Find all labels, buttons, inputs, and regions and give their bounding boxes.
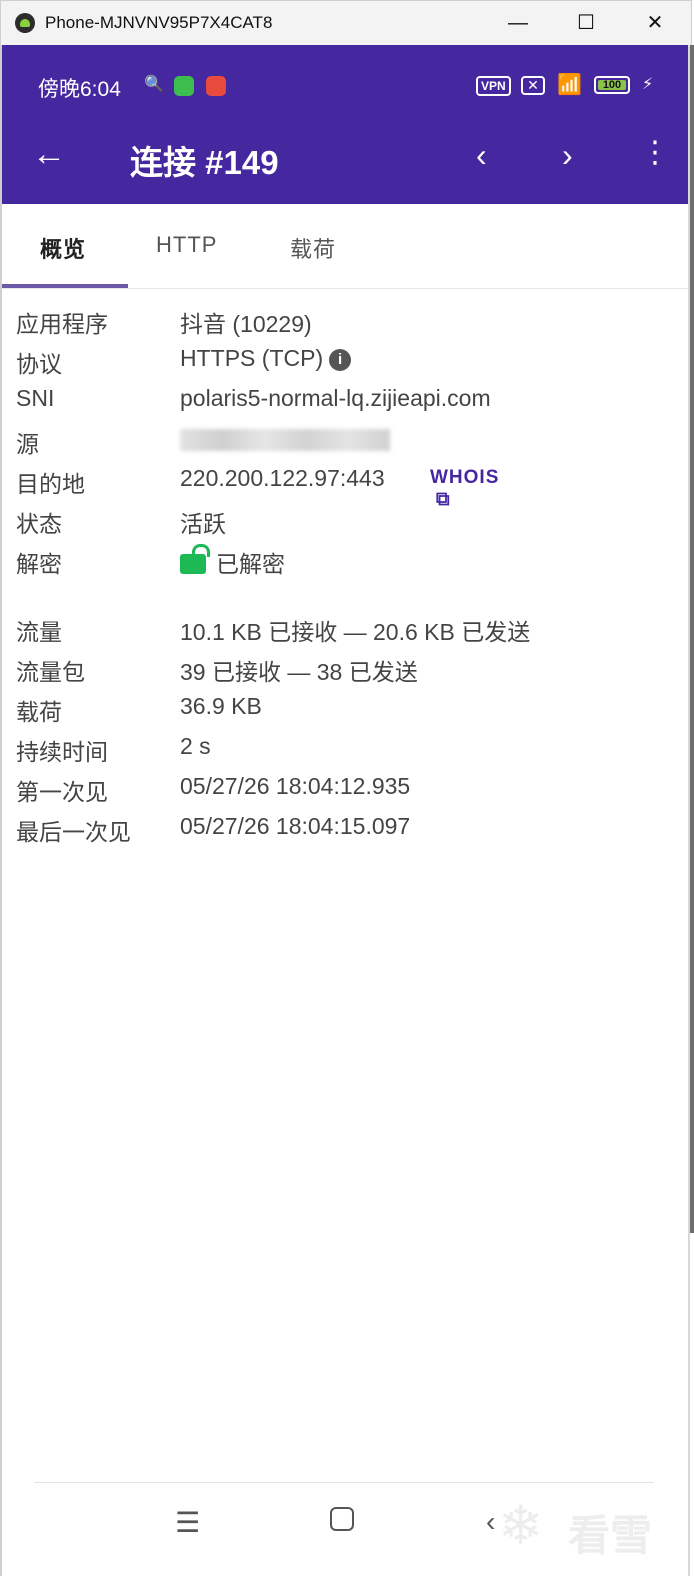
app-header: 傍晚6:04 🔍 VPN ✕ 📶 100 ⚡ ← 连接 #149 ‹ › ⋮ (2, 45, 688, 204)
android-icon (15, 13, 35, 33)
decryption-value-wrap: 已解密 (180, 544, 285, 579)
packets-label: 流量包 (16, 659, 85, 685)
state-value: 活跃 (180, 511, 226, 537)
sni-value: polaris5-normal-lq.zijieapi.com (180, 385, 491, 411)
duration-label: 持续时间 (16, 739, 108, 765)
payload-label: 载荷 (16, 699, 62, 725)
traffic-label: 流量 (16, 619, 62, 645)
protocol-value: HTTPS (TCP) (180, 345, 324, 371)
destination-value: 220.200.122.97:443 (180, 465, 385, 491)
whois-link[interactable]: WHOIS⧉ (430, 467, 499, 511)
previous-connection-icon[interactable]: ‹ (476, 137, 487, 174)
tab-payload[interactable]: 载荷 (290, 232, 336, 264)
active-tab-indicator (2, 284, 128, 288)
source-value-redacted (180, 425, 390, 452)
tab-bar: 概览 HTTP 载荷 (2, 204, 688, 289)
packets-value: 39 已接收 — 38 已发送 (180, 659, 418, 685)
home-shape (330, 1507, 354, 1531)
scrollbar[interactable] (690, 45, 694, 1233)
no-sim-icon: ✕ (521, 76, 545, 95)
minimize-button[interactable]: — (498, 7, 538, 39)
destination-label: 目的地 (16, 471, 85, 497)
app-notification-icon (174, 76, 194, 96)
maximize-button[interactable]: ☐ (566, 7, 606, 39)
sni-label: SNI (16, 385, 55, 411)
close-button[interactable]: ✕ (635, 7, 675, 39)
watermark: ❄ 看雪 (498, 1492, 668, 1562)
tab-overview[interactable]: 概览 (40, 232, 86, 264)
open-external-icon: ⧉ (436, 489, 451, 510)
duration-value: 2 s (180, 733, 211, 759)
nav-divider (34, 1482, 654, 1483)
traffic-value: 10.1 KB 已接收 — 20.6 KB 已发送 (180, 619, 531, 645)
charging-icon: ⚡ (642, 76, 654, 93)
search-status-icon: 🔍 (144, 76, 164, 93)
page-title: 连接 #149 (130, 144, 279, 181)
status-time: 傍晚6:04 (38, 78, 121, 101)
whois-label: WHOIS (430, 467, 500, 488)
recent-apps-icon[interactable]: ☰ (175, 1506, 200, 1539)
window-title: Phone-MJNVNV95P7X4CAT8 (45, 13, 273, 32)
window-titlebar: Phone-MJNVNV95P7X4CAT8 — ☐ ✕ (0, 0, 692, 45)
wifi-icon: 📶 (557, 74, 582, 96)
back-arrow-icon[interactable]: ← (32, 134, 72, 174)
watermark-text: 看雪 (568, 1512, 653, 1559)
unlocked-icon (180, 544, 210, 574)
first-seen-label: 第一次见 (16, 779, 108, 805)
qq-notification-icon (206, 76, 226, 96)
snowflake-icon: ❄ (498, 1496, 544, 1556)
info-icon[interactable]: i (329, 349, 352, 371)
protocol-value-wrap: HTTPS (TCP) i (180, 345, 352, 372)
app-value: 抖音 (10229) (180, 311, 312, 337)
last-seen-label: 最后一次见 (16, 819, 131, 845)
state-label: 状态 (16, 511, 62, 537)
next-connection-icon[interactable]: › (562, 137, 573, 174)
decryption-value: 已解密 (216, 551, 285, 577)
source-label: 源 (16, 431, 39, 457)
more-options-icon[interactable]: ⋮ (640, 134, 670, 172)
tab-http[interactable]: HTTP (156, 232, 217, 258)
battery-icon: 100 (594, 76, 630, 94)
app-label: 应用程序 (16, 311, 108, 337)
battery-level: 100 (598, 80, 626, 91)
home-icon[interactable] (330, 1506, 354, 1538)
vpn-icon: VPN (476, 76, 511, 96)
last-seen-value: 05/27/26 18:04:15.097 (180, 813, 411, 839)
nav-back-icon[interactable]: ‹ (486, 1506, 495, 1538)
redacted-ip (180, 428, 390, 451)
protocol-label: 协议 (16, 351, 62, 377)
first-seen-value: 05/27/26 18:04:12.935 (180, 773, 411, 799)
decryption-label: 解密 (16, 551, 62, 577)
payload-value: 36.9 KB (180, 693, 262, 719)
